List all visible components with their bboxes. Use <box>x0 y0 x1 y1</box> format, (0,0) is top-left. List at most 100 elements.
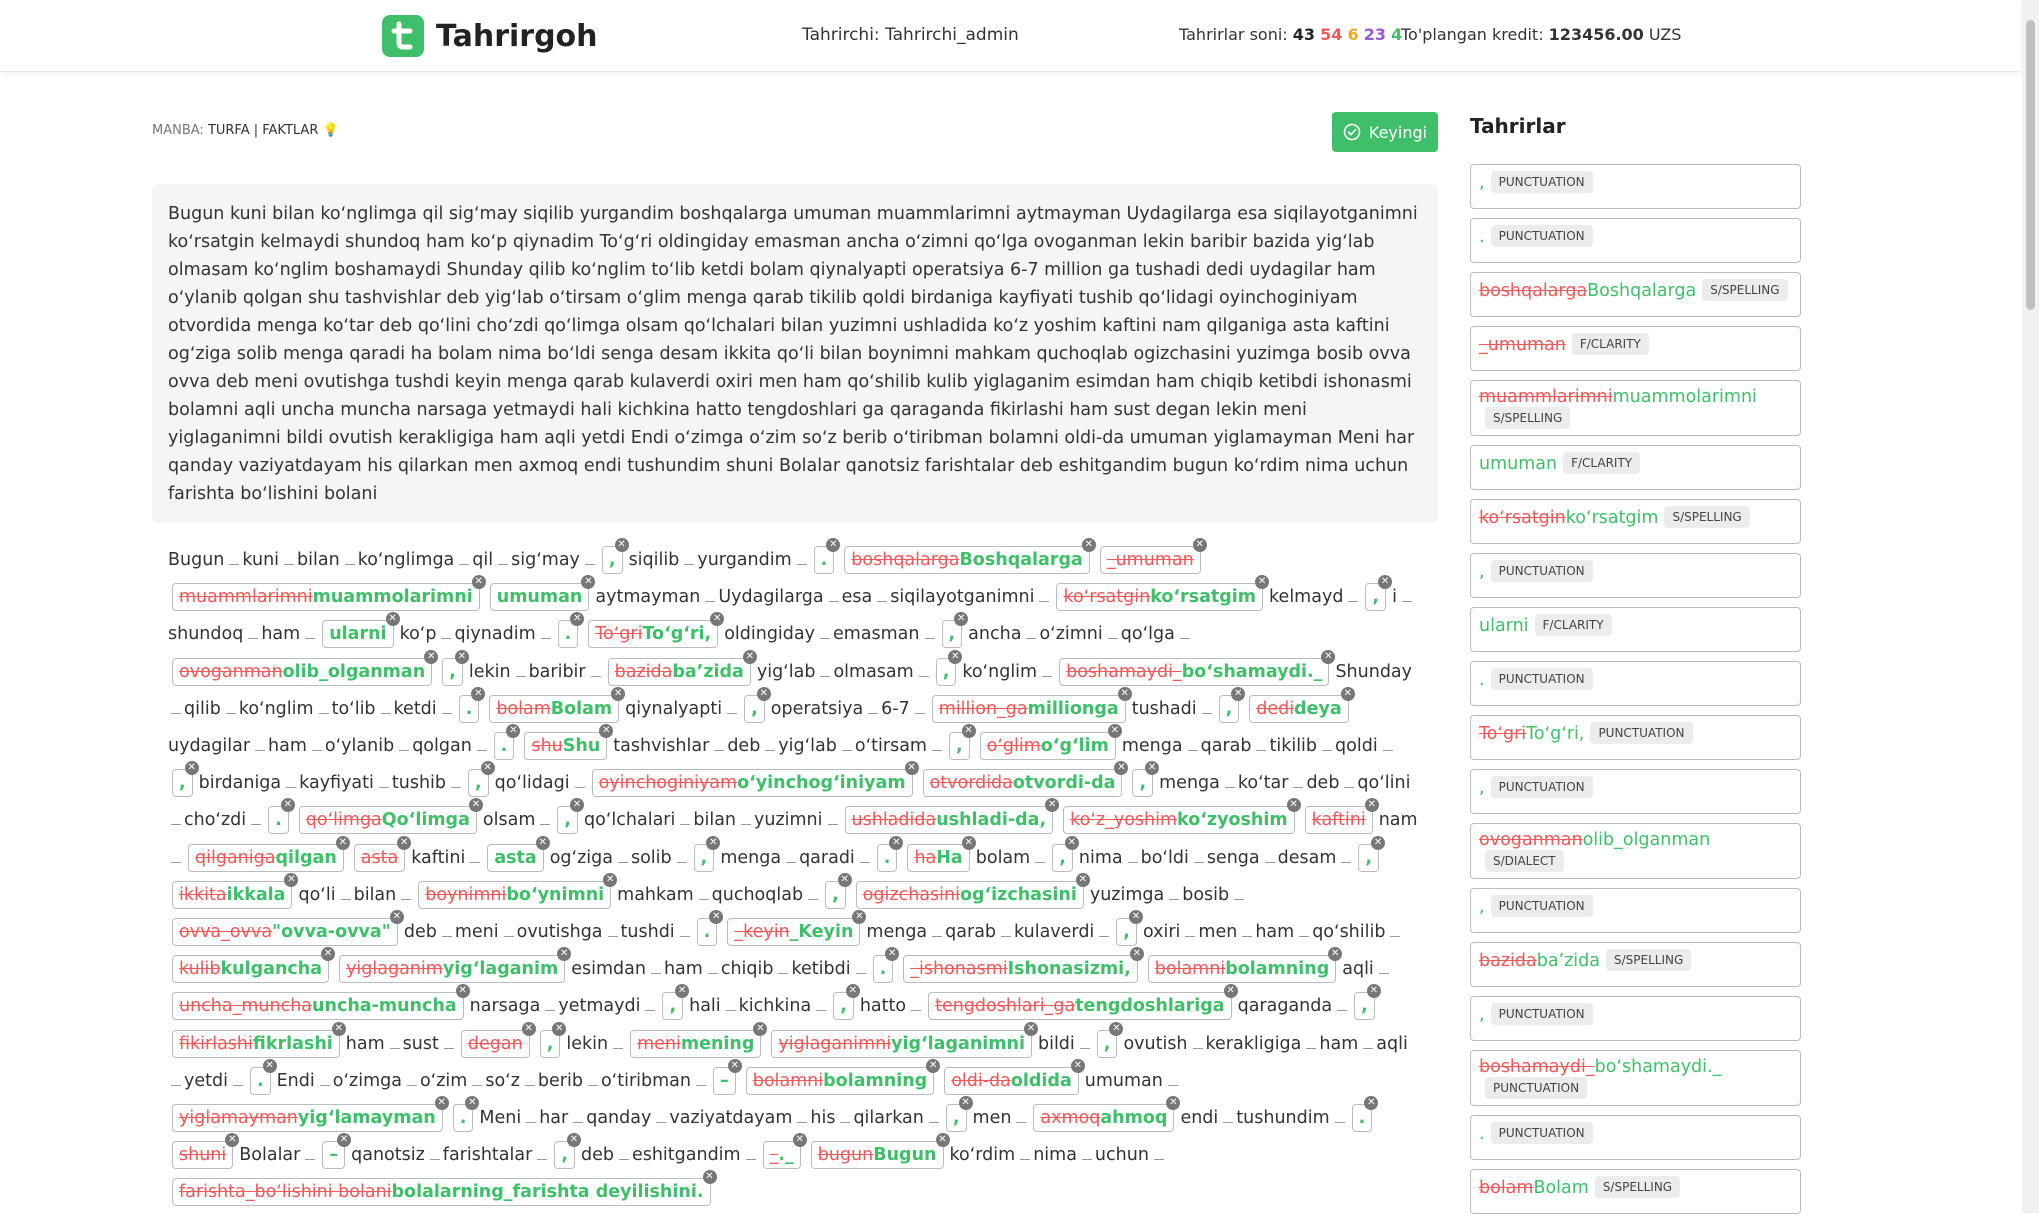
remove-correction-icon[interactable]: ✕ <box>1223 984 1238 999</box>
remove-correction-icon[interactable]: ✕ <box>727 1058 742 1073</box>
remove-correction-icon[interactable]: ✕ <box>280 798 295 813</box>
correction-chip[interactable]: ikkitaikkala ✕ <box>172 872 299 909</box>
remove-correction-icon[interactable]: ✕ <box>397 835 412 850</box>
remove-correction-icon[interactable]: ✕ <box>581 575 596 590</box>
remove-correction-icon[interactable]: ✕ <box>1366 984 1381 999</box>
remove-correction-icon[interactable]: ✕ <box>1364 798 1379 813</box>
remove-correction-icon[interactable]: ✕ <box>1081 538 1096 552</box>
remove-correction-icon[interactable]: ✕ <box>603 872 618 887</box>
correction-chip[interactable]: umuman ✕ <box>489 575 596 612</box>
remove-correction-icon[interactable]: ✕ <box>557 947 572 962</box>
edit-card[interactable]: . PUNCTUATION <box>1470 1115 1801 1160</box>
remove-correction-icon[interactable]: ✕ <box>675 984 690 999</box>
remove-correction-icon[interactable]: ✕ <box>1328 947 1343 962</box>
correction-chip[interactable]: . ✕ <box>696 910 724 947</box>
correction-chip[interactable]: – ✕ <box>712 1058 742 1095</box>
edit-card[interactable]: boshqalargaBoshqalarga S/SPELLING <box>1470 272 1801 317</box>
correction-chip[interactable]: , ✕ <box>935 649 963 686</box>
correction-chip[interactable]: ToʻgriToʻgʻri, ✕ <box>588 612 725 649</box>
remove-correction-icon[interactable]: ✕ <box>1364 1096 1379 1111</box>
correction-chip[interactable]: , ✕ <box>557 798 585 835</box>
remove-correction-icon[interactable]: ✕ <box>710 612 725 627</box>
remove-correction-icon[interactable]: ✕ <box>1145 761 1160 776</box>
correction-chip[interactable]: _ishonasmiIshonasizmi, ✕ <box>903 947 1144 984</box>
remove-correction-icon[interactable]: ✕ <box>1255 575 1270 590</box>
remove-correction-icon[interactable]: ✕ <box>471 686 486 701</box>
edit-card[interactable]: bolamBolam S/SPELLING <box>1470 1169 1801 1214</box>
correction-chip[interactable]: degan ✕ <box>460 1021 536 1058</box>
correction-chip[interactable]: yiglaganimyigʻlaganim ✕ <box>339 947 572 984</box>
remove-correction-icon[interactable]: ✕ <box>1128 910 1143 925</box>
remove-correction-icon[interactable]: ✕ <box>1192 538 1207 552</box>
correction-chip[interactable]: boshamaydi_boʻshamaydi._ ✕ <box>1059 649 1336 686</box>
correction-chip[interactable]: , ✕ <box>945 1096 973 1133</box>
edit-card[interactable]: ularni F/CLARITY <box>1470 607 1801 652</box>
correction-chip[interactable]: . ✕ <box>1351 1096 1379 1133</box>
correction-chip[interactable]: , ✕ <box>172 761 199 798</box>
remove-correction-icon[interactable]: ✕ <box>1023 1021 1038 1036</box>
remove-correction-icon[interactable]: ✕ <box>1114 761 1129 776</box>
correction-chip[interactable]: bolamnibolamning ✕ <box>745 1058 941 1095</box>
remove-correction-icon[interactable]: ✕ <box>706 835 721 850</box>
remove-correction-icon[interactable]: ✕ <box>935 1133 950 1148</box>
correction-chip[interactable]: , ✕ <box>941 612 969 649</box>
correction-chip[interactable]: menimening ✕ <box>630 1021 768 1058</box>
edit-card[interactable]: _umuman F/CLARITY <box>1470 326 1801 371</box>
remove-correction-icon[interactable]: ✕ <box>335 835 350 850</box>
remove-correction-icon[interactable]: ✕ <box>385 612 400 627</box>
remove-correction-icon[interactable]: ✕ <box>948 649 963 664</box>
correction-chip[interactable]: asta ✕ <box>487 835 550 872</box>
correction-chip[interactable]: , ✕ <box>1116 910 1143 947</box>
remove-correction-icon[interactable]: ✕ <box>434 1096 449 1111</box>
correction-chip[interactable]: boynimniboʻynimni ✕ <box>418 872 618 909</box>
remove-correction-icon[interactable]: ✕ <box>742 649 757 664</box>
correction-chip[interactable]: , ✕ <box>1354 984 1381 1021</box>
edit-card[interactable]: ovoganmanolib_olganman S/DIALECT <box>1470 823 1801 879</box>
correction-chip[interactable]: kaftini ✕ <box>1304 798 1379 835</box>
remove-correction-icon[interactable]: ✕ <box>1117 686 1132 701</box>
correction-chip[interactable]: bolamBolam ✕ <box>489 686 626 723</box>
remove-correction-icon[interactable]: ✕ <box>1129 947 1144 962</box>
edit-card[interactable]: . PUNCTUATION <box>1470 661 1801 706</box>
scrollbar-thumb[interactable] <box>2026 20 2035 310</box>
remove-correction-icon[interactable]: ✕ <box>552 1021 567 1036</box>
remove-correction-icon[interactable]: ✕ <box>284 872 299 887</box>
correction-chip[interactable]: , ✕ <box>1132 761 1160 798</box>
correction-chip[interactable]: ovva_ovva"ovva-ovva" ✕ <box>172 910 404 947</box>
remove-correction-icon[interactable]: ✕ <box>1107 724 1122 739</box>
edit-card[interactable]: . PUNCTUATION <box>1470 218 1801 263</box>
edit-card[interactable]: koʻrsatginkoʻrsatgim S/SPELLING <box>1470 499 1801 544</box>
correction-chip[interactable]: uncha_munchauncha-muncha ✕ <box>172 984 470 1021</box>
correction-chip[interactable]: . ✕ <box>249 1058 277 1095</box>
next-button[interactable]: Keyingi <box>1332 112 1438 152</box>
correction-chip[interactable]: haHa ✕ <box>907 835 976 872</box>
correction-chip[interactable]: , ✕ <box>662 984 690 1021</box>
correction-chip[interactable]: . ✕ <box>557 612 585 649</box>
remove-correction-icon[interactable]: ✕ <box>1045 798 1060 813</box>
correction-chip[interactable]: shuni ✕ <box>172 1133 240 1170</box>
remove-correction-icon[interactable]: ✕ <box>1321 649 1336 664</box>
edit-card[interactable]: , PUNCTUATION <box>1470 164 1801 209</box>
edit-card[interactable]: bazidabaʼzida S/SPELLING <box>1470 942 1801 987</box>
remove-correction-icon[interactable]: ✕ <box>225 1133 240 1148</box>
correction-chip[interactable]: . ✕ <box>268 798 295 835</box>
correction-chip[interactable]: farishta_boʻlishini bolanibolalarning_fa… <box>172 1170 717 1207</box>
remove-correction-icon[interactable]: ✕ <box>454 649 469 664</box>
remove-correction-icon[interactable]: ✕ <box>845 984 860 999</box>
correction-chip[interactable]: qoʻlimgaQoʻlimga ✕ <box>298 798 483 835</box>
correction-chip[interactable]: koʻz_yoshimkoʻzyoshim ✕ <box>1063 798 1301 835</box>
remove-correction-icon[interactable]: ✕ <box>455 984 470 999</box>
correction-chip[interactable]: , ✕ <box>948 724 976 761</box>
correction-chip[interactable]: ularni ✕ <box>322 612 400 649</box>
remove-correction-icon[interactable]: ✕ <box>954 612 969 627</box>
remove-correction-icon[interactable]: ✕ <box>566 1133 581 1148</box>
correction-chip[interactable]: yiglaganimniyigʻlaganimni ✕ <box>771 1021 1038 1058</box>
logo[interactable]: Tahrirgoh <box>382 15 598 57</box>
remove-correction-icon[interactable]: ✕ <box>792 1133 807 1148</box>
correction-chip[interactable]: oʻglimoʻgʻlim ✕ <box>979 724 1122 761</box>
remove-correction-icon[interactable]: ✕ <box>1340 686 1355 701</box>
remove-correction-icon[interactable]: ✕ <box>599 724 614 739</box>
correction-chip[interactable]: boshqalargaBoshqalarga ✕ <box>844 538 1096 574</box>
remove-correction-icon[interactable]: ✕ <box>1231 686 1246 701</box>
correction-chip[interactable]: asta ✕ <box>353 835 412 872</box>
